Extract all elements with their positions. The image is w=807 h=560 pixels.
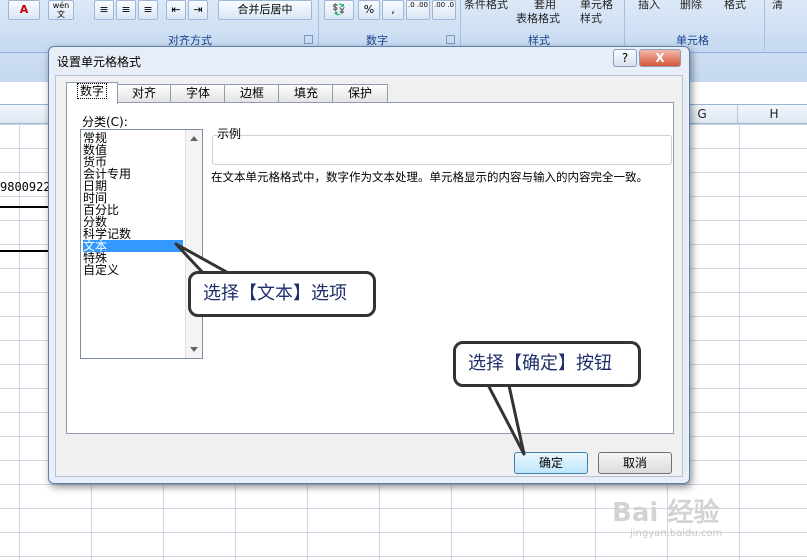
callout-tails (174, 242, 526, 456)
baidu-watermark: Bai 经验 (612, 498, 720, 528)
watermark-url: jingyan.baidu.com (630, 528, 723, 539)
callout-select-ok: 选择【确定】按钮 (453, 341, 641, 387)
tab-number[interactable]: 数字 (66, 82, 118, 104)
tab-number-label: 数字 (76, 83, 107, 99)
callout-select-text: 选择【文本】选项 (188, 271, 376, 317)
callout-tail-ok (484, 379, 526, 456)
